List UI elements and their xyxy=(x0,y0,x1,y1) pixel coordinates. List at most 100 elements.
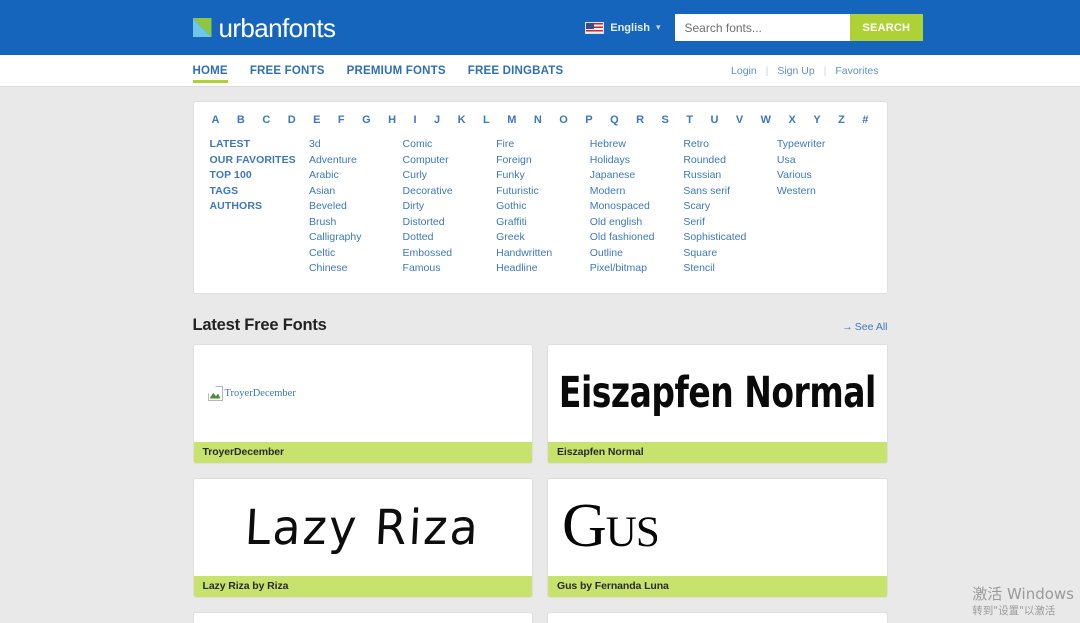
see-all-link[interactable]: → See All xyxy=(842,321,887,335)
language-selector[interactable]: English ▾ xyxy=(585,21,661,34)
category-link-latest[interactable]: LATEST xyxy=(210,137,309,153)
category-link-arabic[interactable]: Arabic xyxy=(309,168,403,184)
font-card[interactable]: Eiszapfen Normal Eiszapfen Normal xyxy=(547,343,888,464)
category-link-old-fashioned[interactable]: Old fashioned xyxy=(590,230,684,246)
category-link-outline[interactable]: Outline xyxy=(590,246,684,262)
alphabet-link-i[interactable]: I xyxy=(414,114,417,126)
category-link-tags[interactable]: TAGS xyxy=(210,184,309,200)
category-link-stencil[interactable]: Stencil xyxy=(683,261,777,277)
category-link-beveled[interactable]: Beveled xyxy=(309,199,403,215)
alphabet-link-x[interactable]: X xyxy=(789,114,796,126)
favorites-link[interactable]: Favorites xyxy=(826,65,887,77)
alphabet-link-v[interactable]: V xyxy=(736,114,743,126)
category-link-adventure[interactable]: Adventure xyxy=(309,153,403,169)
alphabet-link-e[interactable]: E xyxy=(313,114,320,126)
alphabet-link-q[interactable]: Q xyxy=(610,114,619,126)
category-link-usa[interactable]: Usa xyxy=(777,153,871,169)
font-card[interactable]: Gus Gus by Fernanda Luna xyxy=(547,477,888,598)
category-link-hebrew[interactable]: Hebrew xyxy=(590,137,684,153)
category-link-scary[interactable]: Scary xyxy=(683,199,777,215)
category-link-chinese[interactable]: Chinese xyxy=(309,261,403,277)
category-link-retro[interactable]: Retro xyxy=(683,137,777,153)
category-link-square[interactable]: Square xyxy=(683,246,777,262)
category-link-handwritten[interactable]: Handwritten xyxy=(496,246,590,262)
category-link-decorative[interactable]: Decorative xyxy=(403,184,497,200)
login-link[interactable]: Login xyxy=(722,65,766,77)
alphabet-link-h[interactable]: H xyxy=(388,114,396,126)
nav-item-home[interactable]: HOME xyxy=(192,55,229,87)
category-link-futuristic[interactable]: Futuristic xyxy=(496,184,590,200)
category-link-dirty[interactable]: Dirty xyxy=(403,199,497,215)
category-link-modern[interactable]: Modern xyxy=(590,184,684,200)
category-link-pixel-bitmap[interactable]: Pixel/bitmap xyxy=(590,261,684,277)
alphabet-link-g[interactable]: G xyxy=(362,114,371,126)
site-logo[interactable]: urbanfonts xyxy=(192,15,336,41)
category-link-old-english[interactable]: Old english xyxy=(590,215,684,231)
category-link-sans-serif[interactable]: Sans serif xyxy=(683,184,777,200)
nav-item-free-dingbats[interactable]: FREE DINGBATS xyxy=(468,55,564,87)
category-link-comic[interactable]: Comic xyxy=(403,137,497,153)
category-link-dotted[interactable]: Dotted xyxy=(403,230,497,246)
alphabet-link-t[interactable]: T xyxy=(686,114,693,126)
category-link-monospaced[interactable]: Monospaced xyxy=(590,199,684,215)
category-link-famous[interactable]: Famous xyxy=(403,261,497,277)
category-link-embossed[interactable]: Embossed xyxy=(403,246,497,262)
alphabet-link-hash[interactable]: # xyxy=(862,114,868,126)
alphabet-link-d[interactable]: D xyxy=(288,114,296,126)
category-link-celtic[interactable]: Celtic xyxy=(309,246,403,262)
alphabet-link-c[interactable]: C xyxy=(262,114,270,126)
category-link-asian[interactable]: Asian xyxy=(309,184,403,200)
category-link-serif[interactable]: Serif xyxy=(683,215,777,231)
alphabet-link-j[interactable]: J xyxy=(434,114,440,126)
category-link-graffiti[interactable]: Graffiti xyxy=(496,215,590,231)
search-button[interactable]: SEARCH xyxy=(849,14,924,41)
category-link-authors[interactable]: AUTHORS xyxy=(210,199,309,215)
font-card[interactable]: Lazy Riza Lazy Riza by Riza xyxy=(192,477,533,598)
category-link-computer[interactable]: Computer xyxy=(403,153,497,169)
category-link-typewriter[interactable]: Typewriter xyxy=(777,137,871,153)
category-link-various[interactable]: Various xyxy=(777,168,871,184)
category-link-japanese[interactable]: Japanese xyxy=(590,168,684,184)
category-link-distorted[interactable]: Distorted xyxy=(403,215,497,231)
category-link-brush[interactable]: Brush xyxy=(309,215,403,231)
alphabet-link-b[interactable]: B xyxy=(237,114,245,126)
category-link-greek[interactable]: Greek xyxy=(496,230,590,246)
category-link-headline[interactable]: Headline xyxy=(496,261,590,277)
category-link-holidays[interactable]: Holidays xyxy=(590,153,684,169)
alphabet-link-r[interactable]: R xyxy=(636,114,644,126)
alphabet-link-a[interactable]: A xyxy=(212,114,220,126)
font-preview: Lazy Riza xyxy=(193,478,532,576)
category-link-russian[interactable]: Russian xyxy=(683,168,777,184)
font-card[interactable] xyxy=(547,611,888,623)
search-input[interactable] xyxy=(674,14,850,41)
category-link-curly[interactable]: Curly xyxy=(403,168,497,184)
category-link-funky[interactable]: Funky xyxy=(496,168,590,184)
category-link-foreign[interactable]: Foreign xyxy=(496,153,590,169)
category-link-calligraphy[interactable]: Calligraphy xyxy=(309,230,403,246)
alphabet-link-y[interactable]: Y xyxy=(813,114,820,126)
alphabet-link-k[interactable]: K xyxy=(458,114,466,126)
alphabet-link-u[interactable]: U xyxy=(710,114,718,126)
alphabet-link-o[interactable]: O xyxy=(559,114,568,126)
alphabet-link-w[interactable]: W xyxy=(761,114,771,126)
alphabet-link-f[interactable]: F xyxy=(338,114,345,126)
category-link-western[interactable]: Western xyxy=(777,184,871,200)
alphabet-link-z[interactable]: Z xyxy=(838,114,845,126)
alphabet-link-m[interactable]: M xyxy=(507,114,516,126)
category-link-fire[interactable]: Fire xyxy=(496,137,590,153)
font-card[interactable]: TroyerDecember TroyerDecember xyxy=(192,343,533,464)
nav-item-premium-fonts[interactable]: PREMIUM FONTS xyxy=(347,55,446,87)
category-link-rounded[interactable]: Rounded xyxy=(683,153,777,169)
category-link-top-100[interactable]: TOP 100 xyxy=(210,168,309,184)
category-link-our-favorites[interactable]: OUR FAVORITES xyxy=(210,153,309,169)
nav-item-free-fonts[interactable]: FREE FONTS xyxy=(250,55,325,87)
signup-link[interactable]: Sign Up xyxy=(768,65,823,77)
category-link-3d[interactable]: 3d xyxy=(309,137,403,153)
category-link-sophisticated[interactable]: Sophisticated xyxy=(683,230,777,246)
font-card[interactable] xyxy=(192,611,533,623)
alphabet-link-n[interactable]: N xyxy=(534,114,542,126)
alphabet-link-s[interactable]: S xyxy=(661,114,668,126)
alphabet-link-l[interactable]: L xyxy=(483,114,490,126)
category-link-gothic[interactable]: Gothic xyxy=(496,199,590,215)
alphabet-link-p[interactable]: P xyxy=(585,114,592,126)
